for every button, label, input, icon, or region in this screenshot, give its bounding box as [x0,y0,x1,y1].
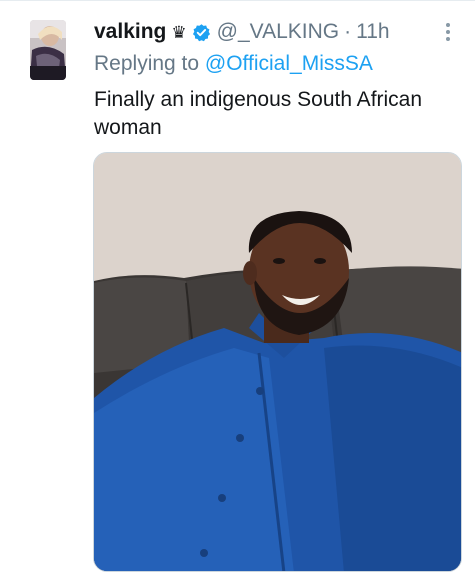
display-name[interactable]: valking [94,20,166,44]
crown-emoji: ♛ [171,22,187,42]
verified-badge-icon [192,23,211,42]
avatar[interactable] [30,20,66,80]
tweet-header: valking ♛ @_VALKING · 11h [94,18,390,46]
replying-to: Replying to @Official_MissSA [94,50,373,78]
handle[interactable]: @_VALKING [217,20,339,44]
replying-prefix: Replying to [94,52,205,75]
tweet-text: Finally an indigenous South African woma… [94,88,423,139]
tweet[interactable]: valking ♛ @_VALKING · 11h Replying to @O… [0,0,475,572]
more-options-icon[interactable] [445,22,451,42]
separator: · [344,20,352,43]
timestamp[interactable]: 11h [356,20,389,44]
reply-mention-link[interactable]: @Official_MissSA [205,52,373,75]
tweet-media-photo[interactable] [93,152,462,572]
